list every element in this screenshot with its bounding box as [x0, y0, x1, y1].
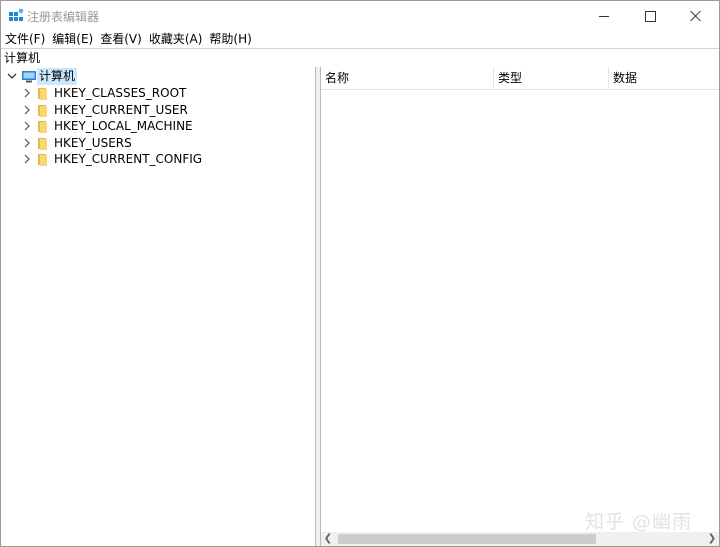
minimize-icon	[599, 15, 609, 17]
scroll-left-icon[interactable]: ❮	[321, 532, 335, 546]
menu-bar: 文件(F) 编辑(E) 查看(V) 收藏夹(A) 帮助(H)	[1, 31, 719, 48]
column-header-data[interactable]: 数据	[609, 67, 719, 89]
close-icon	[690, 10, 702, 22]
menu-favorites[interactable]: 收藏夹(A)	[145, 31, 206, 48]
folder-icon	[38, 137, 47, 150]
close-button[interactable]	[673, 1, 719, 31]
tree-item-label: HKEY_LOCAL_MACHINE	[54, 119, 193, 133]
chevron-right-icon[interactable]	[22, 154, 32, 164]
horizontal-scrollbar[interactable]: ❮ ❯	[321, 532, 719, 546]
values-list-pane[interactable]: 名称 类型 数据 ❮ ❯ 知乎 @幽雨	[321, 67, 719, 546]
maximize-icon	[644, 10, 656, 22]
maximize-button[interactable]	[627, 1, 673, 31]
scroll-right-icon[interactable]: ❯	[705, 532, 719, 546]
tree-item-computer[interactable]: 计算机	[1, 68, 315, 85]
tree-item-hkey-users[interactable]: HKEY_USERS	[1, 135, 315, 152]
title-bar[interactable]: 注册表编辑器	[1, 1, 719, 31]
menu-file[interactable]: 文件(F)	[1, 31, 48, 48]
computer-icon	[22, 71, 36, 83]
column-header-type[interactable]: 类型	[494, 67, 609, 89]
menu-view[interactable]: 查看(V)	[96, 31, 145, 48]
address-bar[interactable]: 计算机	[1, 48, 719, 68]
folder-icon	[38, 154, 47, 166]
list-header: 名称 类型 数据	[321, 67, 719, 90]
key-tree-pane[interactable]: 计算机 HKEY_CLASSES_ROOT HKEY_CURRENT_USER	[1, 67, 316, 546]
tree-item-label: HKEY_USERS	[54, 135, 132, 150]
menu-help[interactable]: 帮助(H)	[205, 31, 254, 48]
chevron-right-icon[interactable]	[22, 105, 32, 115]
column-header-name[interactable]: 名称	[321, 67, 494, 89]
tree-item-hkey-current-config[interactable]: HKEY_CURRENT_CONFIG	[1, 151, 315, 168]
tree-item-hkey-classes-root[interactable]: HKEY_CLASSES_ROOT	[1, 85, 315, 102]
menu-edit[interactable]: 编辑(E)	[48, 31, 96, 48]
folder-icon	[38, 88, 47, 100]
folder-icon	[38, 121, 47, 133]
tree-item-hkey-current-user[interactable]: HKEY_CURRENT_USER	[1, 102, 315, 119]
tree-item-hkey-local-machine[interactable]: HKEY_LOCAL_MACHINE	[1, 118, 315, 135]
tree-item-label: HKEY_CURRENT_USER	[54, 102, 188, 117]
scrollbar-thumb[interactable]	[338, 534, 596, 544]
chevron-right-icon[interactable]	[22, 138, 32, 148]
chevron-right-icon[interactable]	[22, 121, 32, 131]
tree-item-label: HKEY_CURRENT_CONFIG	[54, 152, 203, 166]
watermark-text: 知乎 @幽雨	[585, 511, 693, 533]
tree-item-label: 计算机	[37, 68, 78, 85]
registry-editor-app-icon	[9, 8, 24, 21]
minimize-button[interactable]	[581, 1, 627, 31]
window-title: 注册表编辑器	[27, 10, 100, 24]
registry-editor-window: 注册表编辑器 文件(F) 编辑(E) 查看(V) 收藏夹(A) 帮助(H) 计算…	[0, 0, 720, 547]
chevron-down-icon[interactable]	[7, 71, 17, 81]
tree-item-label: HKEY_CLASSES_ROOT	[54, 86, 187, 100]
address-input[interactable]: 计算机	[4, 50, 40, 66]
folder-icon	[38, 104, 47, 117]
chevron-right-icon[interactable]	[22, 88, 32, 98]
